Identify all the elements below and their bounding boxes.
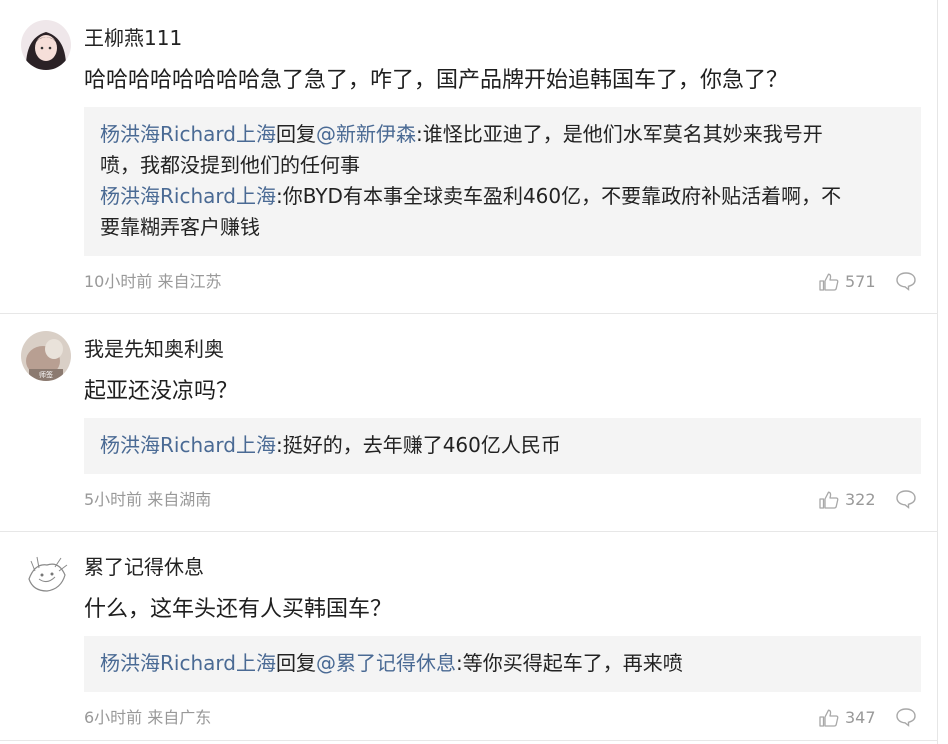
reply-target-link[interactable]: @累了记得休息 [316, 651, 456, 675]
reply-connector: 回复 [275, 651, 316, 675]
reply-box: 杨洪海Richard上海回复@累了记得休息:等你买得起车了，再来喷 [84, 636, 921, 692]
avatar[interactable]: 师签 [21, 331, 71, 381]
reply-box: 杨洪海Richard上海:挺好的，去年赚了460亿人民币 [84, 418, 921, 474]
reply-author-link[interactable]: 杨洪海Richard上海 [100, 184, 276, 208]
thumbs-up-icon [819, 709, 839, 727]
reply-text: 挺好的，去年赚了460亿人民币 [282, 433, 561, 457]
reply-text-cont: 要靠糊弄客户赚钱 [100, 215, 260, 239]
svg-text:师签: 师签 [39, 370, 53, 379]
speech-bubble-icon [896, 490, 916, 509]
comment-text: 什么，这年头还有人买韩国车？ [84, 597, 393, 622]
reply-separator: : [455, 651, 463, 675]
reply-box: 杨洪海Richard上海回复@新新伊森:谁怪比亚迪了，是他们水军莫名其妙来我号开… [84, 107, 921, 256]
reply-button[interactable] [895, 271, 917, 291]
comment-username[interactable]: 我是先知奥利奥 [84, 336, 224, 362]
reply-button[interactable] [895, 707, 917, 727]
reply-button[interactable] [895, 489, 917, 509]
speech-bubble-icon [896, 272, 916, 291]
like-button[interactable]: 322 [819, 490, 876, 510]
avatar[interactable] [21, 20, 71, 70]
comment-divider [0, 740, 938, 741]
reply-text: 谁怪比亚迪了，是他们水军莫名其妙来我号开 [422, 122, 823, 146]
avatar[interactable] [21, 549, 71, 599]
reply-line: 杨洪海Richard上海回复@累了记得休息:等你买得起车了，再来喷 [100, 648, 905, 679]
comment-text: 哈哈哈哈哈哈哈哈急了急了，咋了，国产品牌开始追韩国车了，你急了？ [84, 68, 789, 93]
comment-divider [0, 313, 938, 314]
comment-meta: 10小时前 来自江苏 [84, 272, 222, 291]
comment-meta: 5小时前 来自湖南 [84, 490, 212, 509]
thumbs-up-icon [819, 273, 839, 291]
reply-text-cont: 喷，我都没提到他们的任何事 [100, 153, 360, 177]
reply-line: 杨洪海Richard上海回复@新新伊森:谁怪比亚迪了，是他们水军莫名其妙来我号开… [100, 119, 905, 181]
reply-text: 等你买得起车了，再来喷 [462, 651, 683, 675]
comment-meta: 6小时前 来自广东 [84, 708, 212, 727]
comment-text: 起亚还没凉吗？ [84, 379, 239, 404]
reply-author-link[interactable]: 杨洪海Richard上海 [100, 122, 276, 146]
reply-separator: : [415, 122, 423, 146]
like-button[interactable]: 347 [819, 708, 876, 728]
comment-username[interactable]: 王柳燕111 [84, 25, 182, 51]
thumbs-up-icon [819, 491, 839, 509]
reply-line: 杨洪海Richard上海:你BYD有本事全球卖车盈利460亿，不要靠政府补贴活着… [100, 181, 905, 243]
reply-target-link[interactable]: @新新伊森 [316, 122, 416, 146]
speech-bubble-icon [896, 708, 916, 727]
reply-separator: : [275, 433, 283, 457]
reply-separator: : [275, 184, 283, 208]
like-count: 347 [845, 708, 876, 727]
comment-username[interactable]: 累了记得休息 [84, 554, 204, 580]
like-count: 571 [845, 272, 876, 291]
comment-divider [0, 531, 938, 532]
like-count: 322 [845, 490, 876, 509]
reply-author-link[interactable]: 杨洪海Richard上海 [100, 433, 276, 457]
reply-author-link[interactable]: 杨洪海Richard上海 [100, 651, 276, 675]
comment-list: 王柳燕111 哈哈哈哈哈哈哈哈急了急了，咋了，国产品牌开始追韩国车了，你急了？ … [0, 0, 938, 744]
reply-connector: 回复 [275, 122, 316, 146]
like-button[interactable]: 571 [819, 272, 876, 292]
reply-text: 你BYD有本事全球卖车盈利460亿，不要靠政府补贴活着啊，不 [282, 184, 842, 208]
reply-line: 杨洪海Richard上海:挺好的，去年赚了460亿人民币 [100, 430, 905, 461]
